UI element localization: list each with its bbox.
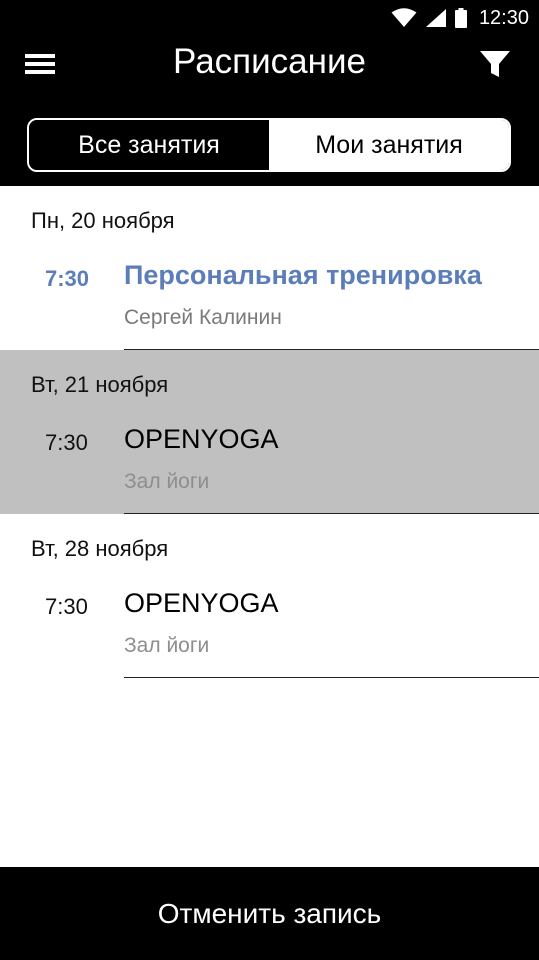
cellular-signal-icon bbox=[425, 9, 446, 27]
page-title: Расписание bbox=[173, 42, 366, 81]
session-name: OPENYOGA bbox=[124, 588, 279, 618]
schedule-tabs: Все занятия Мои занятия bbox=[27, 118, 511, 172]
session-list: Пн, 20 ноября 7:30 Персональная трениров… bbox=[0, 186, 539, 678]
battery-icon bbox=[454, 8, 467, 28]
status-icons: 12:30 bbox=[391, 6, 529, 30]
session-detail: Сергей Калинин bbox=[124, 306, 282, 329]
list-item[interactable]: Вт, 28 ноября 7:30 OPENYOGA Зал йоги bbox=[0, 514, 539, 678]
list-item[interactable]: Вт, 21 ноября 7:30 OPENYOGA Зал йоги bbox=[0, 350, 539, 514]
session-date: Вт, 28 ноября bbox=[31, 536, 169, 561]
session-detail: Зал йоги bbox=[124, 634, 210, 657]
app-bar: Расписание Все занятия Мои занятия bbox=[0, 36, 539, 186]
filter-button[interactable] bbox=[475, 48, 515, 80]
cancel-booking-button[interactable]: Отменить запись bbox=[0, 867, 539, 960]
session-date: Пн, 20 ноября bbox=[31, 208, 175, 233]
session-date: Вт, 21 ноября bbox=[31, 372, 169, 397]
session-name: Персональная тренировка bbox=[124, 260, 482, 290]
session-detail: Зал йоги bbox=[124, 470, 210, 493]
tab-all-classes[interactable]: Все занятия bbox=[29, 120, 269, 170]
list-item[interactable]: Пн, 20 ноября 7:30 Персональная трениров… bbox=[0, 186, 539, 350]
divider bbox=[124, 677, 539, 678]
session-time: 7:30 bbox=[45, 430, 88, 455]
session-time: 7:30 bbox=[45, 266, 90, 291]
wifi-icon bbox=[391, 8, 417, 27]
session-time: 7:30 bbox=[45, 594, 88, 619]
status-time: 12:30 bbox=[478, 7, 529, 29]
tab-my-classes[interactable]: Мои занятия bbox=[269, 120, 509, 170]
session-name: OPENYOGA bbox=[124, 424, 279, 454]
filter-icon bbox=[480, 51, 510, 77]
status-bar: 12:30 bbox=[0, 0, 539, 36]
